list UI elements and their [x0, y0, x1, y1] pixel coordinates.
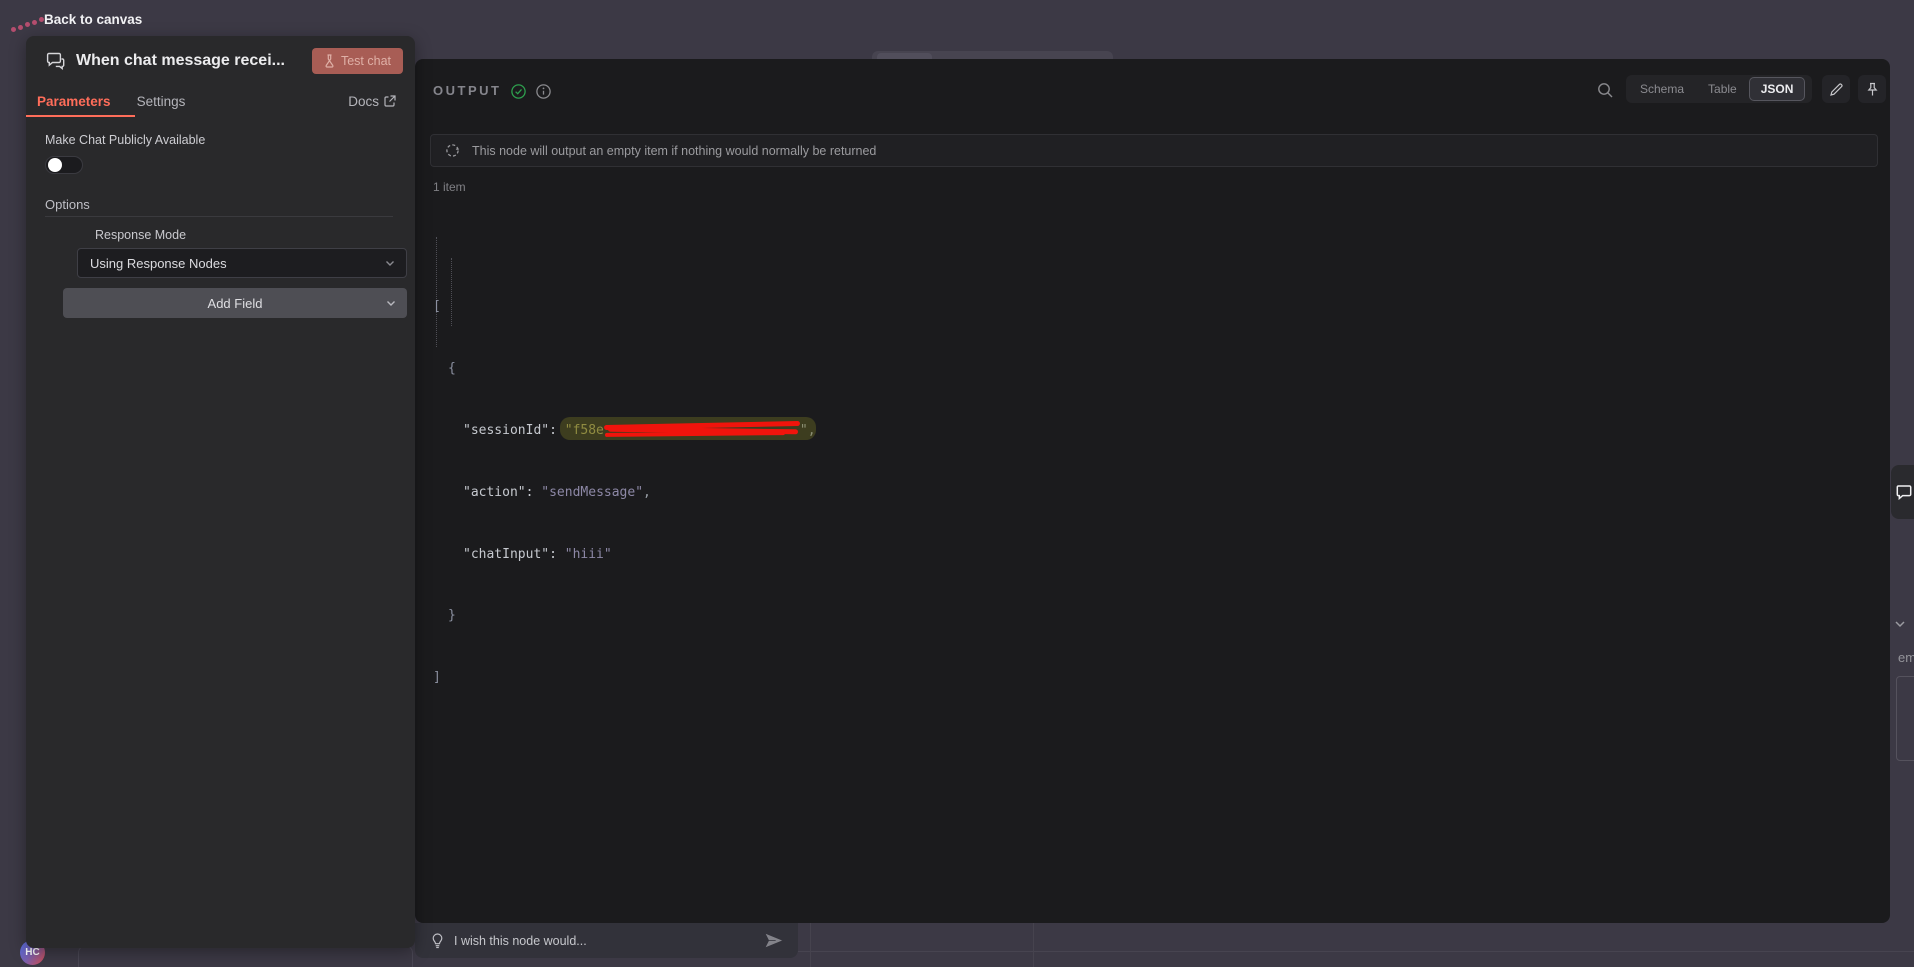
chat-bubble-icon — [1896, 485, 1912, 500]
add-field-label: Add Field — [207, 295, 263, 311]
canvas-line-fragment — [1033, 923, 1034, 967]
json-token: : — [525, 484, 542, 500]
connection-dot — [11, 27, 16, 32]
tab-parameters[interactable]: Parameters — [37, 94, 111, 109]
json-token: } — [448, 608, 456, 624]
back-to-canvas-link[interactable]: Back to canvas — [44, 12, 142, 27]
json-output: [ { "sessionId": "f58e ", "action": "send… — [433, 215, 816, 730]
empty-item-banner: This node will output an empty item if n… — [430, 134, 1878, 167]
app-stage: Back to canvas em HC OUTPUT Schema Table… — [0, 0, 1914, 967]
response-mode-select[interactable]: Using Response Nodes — [77, 248, 407, 278]
docs-label: Docs — [348, 93, 379, 109]
output-title: OUTPUT — [433, 83, 502, 98]
chat-trigger-icon — [45, 50, 67, 72]
add-field-button[interactable]: Add Field — [63, 288, 407, 318]
refresh-icon — [445, 143, 460, 158]
chevron-down-icon — [1892, 616, 1908, 632]
canvas-line-fragment — [810, 923, 811, 967]
docs-link[interactable]: Docs — [348, 94, 396, 109]
json-token: [ — [433, 299, 441, 315]
panel-tabs: Parameters Settings Docs — [26, 85, 415, 117]
public-toggle-label: Make Chat Publicly Available — [45, 133, 206, 147]
view-tab-table[interactable]: Table — [1696, 77, 1749, 101]
suggestion-input[interactable] — [454, 933, 754, 948]
response-mode-label: Response Mode — [95, 228, 187, 242]
lightbulb-icon — [431, 932, 444, 949]
redaction-scribble — [559, 416, 816, 440]
test-chat-button[interactable]: Test chat — [311, 47, 403, 74]
divider — [45, 216, 393, 217]
chat-panel-toggle[interactable] — [1891, 465, 1914, 519]
node-suggestion-bar — [415, 923, 798, 958]
json-token: ] — [433, 670, 441, 686]
canvas-box-fragment — [1896, 676, 1914, 761]
active-tab-underline — [26, 115, 135, 117]
response-mode-value: Using Response Nodes — [90, 255, 227, 271]
json-key: "chatInput" — [463, 546, 550, 562]
view-tab-schema[interactable]: Schema — [1628, 77, 1696, 101]
tab-settings[interactable]: Settings — [137, 94, 186, 109]
toggle-knob — [48, 158, 62, 172]
info-icon[interactable] — [536, 84, 551, 99]
connection-dot — [25, 22, 30, 27]
options-heading: Options — [45, 197, 90, 212]
external-link-icon — [384, 95, 396, 107]
json-token: , — [643, 484, 651, 500]
json-value: "sendMessage" — [541, 484, 644, 500]
public-availability-toggle[interactable] — [45, 156, 83, 174]
background-text-fragment: em — [1898, 650, 1914, 665]
canvas-line-fragment — [798, 951, 1914, 952]
output-panel: OUTPUT Schema Table JSON This node will … — [415, 59, 1890, 923]
json-value: "hiii" — [564, 546, 612, 562]
json-key: "sessionId" — [463, 422, 550, 438]
items-count: 1 item — [433, 180, 466, 194]
test-chat-label: Test chat — [340, 53, 391, 68]
node-header: When chat message recei... Test chat — [26, 36, 415, 85]
json-token: : — [549, 546, 565, 562]
indent-guide — [436, 237, 437, 347]
canvas-box-fragment — [78, 945, 413, 967]
send-icon[interactable] — [764, 932, 784, 949]
connection-dot — [18, 25, 23, 30]
search-icon[interactable] — [1597, 82, 1614, 99]
banner-text: This node will output an empty item if n… — [472, 143, 877, 158]
success-check-icon — [511, 84, 526, 99]
json-key: "action" — [463, 484, 526, 500]
node-settings-panel: When chat message recei... Test chat Par… — [26, 36, 415, 948]
pin-data-button[interactable] — [1858, 75, 1886, 103]
chevron-down-icon — [385, 297, 397, 309]
edit-output-button[interactable] — [1822, 75, 1850, 103]
node-title: When chat message recei... — [76, 51, 285, 69]
chevron-down-icon — [386, 261, 394, 266]
connection-dot — [32, 20, 37, 25]
json-token: { — [448, 361, 456, 377]
view-tab-json[interactable]: JSON — [1748, 77, 1806, 101]
view-switcher: Schema Table JSON — [1626, 75, 1812, 103]
